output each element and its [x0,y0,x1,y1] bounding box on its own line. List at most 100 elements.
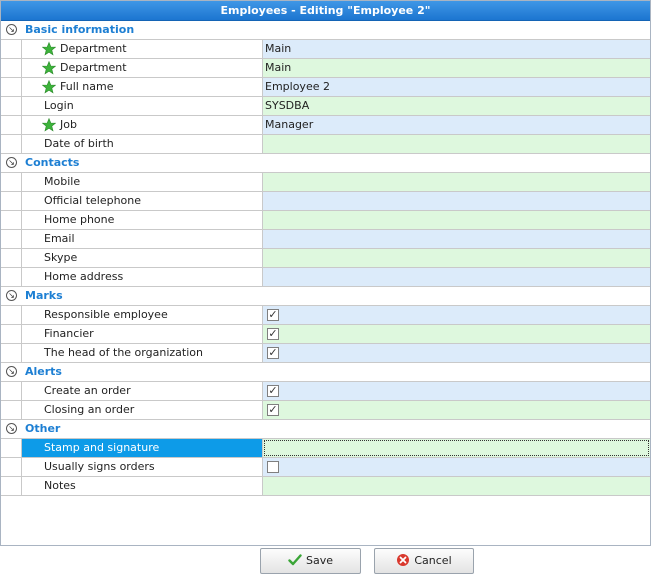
property-label: Responsible employee [22,306,263,324]
row-gutter [1,78,22,96]
property-grid: ↘ Basic information Department Main Departme… [1,21,650,496]
checkmark-icon: ✓ [268,403,278,416]
property-value-field[interactable]: Main [263,59,650,77]
property-label: Email [22,230,263,248]
property-value-cell [263,458,650,476]
property-row[interactable]: Skype [1,249,650,268]
row-gutter [1,211,22,229]
property-row[interactable]: Department Main [1,59,650,78]
property-value-field[interactable] [263,477,650,495]
property-label-text: Responsible employee [44,308,168,321]
row-gutter [1,382,22,400]
section-title: Marks [25,289,63,302]
row-gutter [1,230,22,248]
property-label-text: Notes [44,479,76,492]
green-star-icon [41,117,57,132]
property-label-text: Department [60,42,127,55]
property-label: Mobile [22,173,263,191]
cancel-button[interactable]: Cancel [374,548,474,574]
checkmark-icon: ✓ [268,308,278,321]
property-label: Skype [22,249,263,267]
section-header[interactable]: ↘ Contacts [1,154,650,173]
property-label-text: Official telephone [44,194,142,207]
section-header[interactable]: ↘ Basic information [1,21,650,40]
property-label-text: Home address [44,270,124,283]
collapse-arrow-icon[interactable]: ↘ [6,24,17,35]
property-row[interactable]: Notes [1,477,650,496]
property-label: Job [22,116,263,134]
property-row[interactable]: Home address [1,268,650,287]
property-checkbox[interactable]: ✓ [267,328,279,340]
row-gutter [1,192,22,210]
property-row[interactable]: The head of the organization ✓ [1,344,650,363]
property-label-text: Mobile [44,175,81,188]
collapse-arrow-icon[interactable]: ↘ [6,366,17,377]
property-value-field[interactable]: Manager [263,116,650,134]
property-row[interactable]: Financier ✓ [1,325,650,344]
property-value-field[interactable]: Employee 2 [263,78,650,96]
property-label-text: Create an order [44,384,131,397]
property-row[interactable]: Email [1,230,650,249]
section-header[interactable]: ↘ Marks [1,287,650,306]
row-gutter [1,59,22,77]
property-label-text: Usually signs orders [44,460,155,473]
row-gutter [1,401,22,419]
property-label: The head of the organization [22,344,263,362]
property-row[interactable]: Responsible employee ✓ [1,306,650,325]
property-label-text: Department [60,61,127,74]
property-row[interactable]: Closing an order ✓ [1,401,650,420]
property-value-field[interactable]: Main [263,40,650,58]
row-gutter [1,306,22,324]
property-row[interactable]: Create an order ✓ [1,382,650,401]
property-checkbox[interactable] [267,461,279,473]
section-title: Other [25,422,61,435]
property-checkbox[interactable]: ✓ [267,347,279,359]
section-header[interactable]: ↘ Alerts [1,363,650,382]
property-row[interactable]: Login SYSDBA [1,97,650,116]
cancel-button-label: Cancel [414,554,452,567]
section-header[interactable]: ↘ Other [1,420,650,439]
row-gutter [1,249,22,267]
property-row[interactable]: Mobile [1,173,650,192]
checkmark-icon: ✓ [268,327,278,340]
property-checkbox[interactable]: ✓ [267,385,279,397]
collapse-arrow-icon[interactable]: ↘ [6,290,17,301]
save-button[interactable]: Save [260,548,361,574]
property-value-cell: ✓ [263,382,650,400]
property-value-field[interactable] [263,439,650,457]
property-value-cell: ✓ [263,344,650,362]
property-value-field[interactable] [263,135,650,153]
property-row[interactable]: Date of birth [1,135,650,154]
property-label: Notes [22,477,263,495]
property-label: Home phone [22,211,263,229]
property-value-cell: ✓ [263,325,650,343]
property-value-field[interactable] [263,192,650,210]
property-value-field[interactable] [263,249,650,267]
property-value-field[interactable] [263,268,650,286]
row-gutter [1,477,22,495]
property-row[interactable]: Official telephone [1,192,650,211]
property-row[interactable]: Usually signs orders [1,458,650,477]
row-gutter [1,40,22,58]
property-row[interactable]: Stamp and signature [1,439,650,458]
green-star-icon [41,79,57,94]
property-row[interactable]: Full name Employee 2 [1,78,650,97]
property-label-text: Login [44,99,74,112]
property-checkbox[interactable]: ✓ [267,404,279,416]
property-value-field[interactable] [263,211,650,229]
collapse-arrow-icon[interactable]: ↘ [6,157,17,168]
collapse-arrow-icon[interactable]: ↘ [6,423,17,434]
property-row[interactable]: Department Main [1,40,650,59]
property-label: Full name [22,78,263,96]
property-value-field[interactable]: SYSDBA [263,97,650,115]
property-label-text: Job [60,118,77,131]
property-label-text: Date of birth [44,137,114,150]
property-value-field[interactable] [263,230,650,248]
property-label-text: Financier [44,327,94,340]
property-label: Home address [22,268,263,286]
property-row[interactable]: Home phone [1,211,650,230]
property-row[interactable]: Job Manager [1,116,650,135]
property-checkbox[interactable]: ✓ [267,309,279,321]
property-value-field[interactable] [263,173,650,191]
property-label-text: Stamp and signature [44,441,160,454]
